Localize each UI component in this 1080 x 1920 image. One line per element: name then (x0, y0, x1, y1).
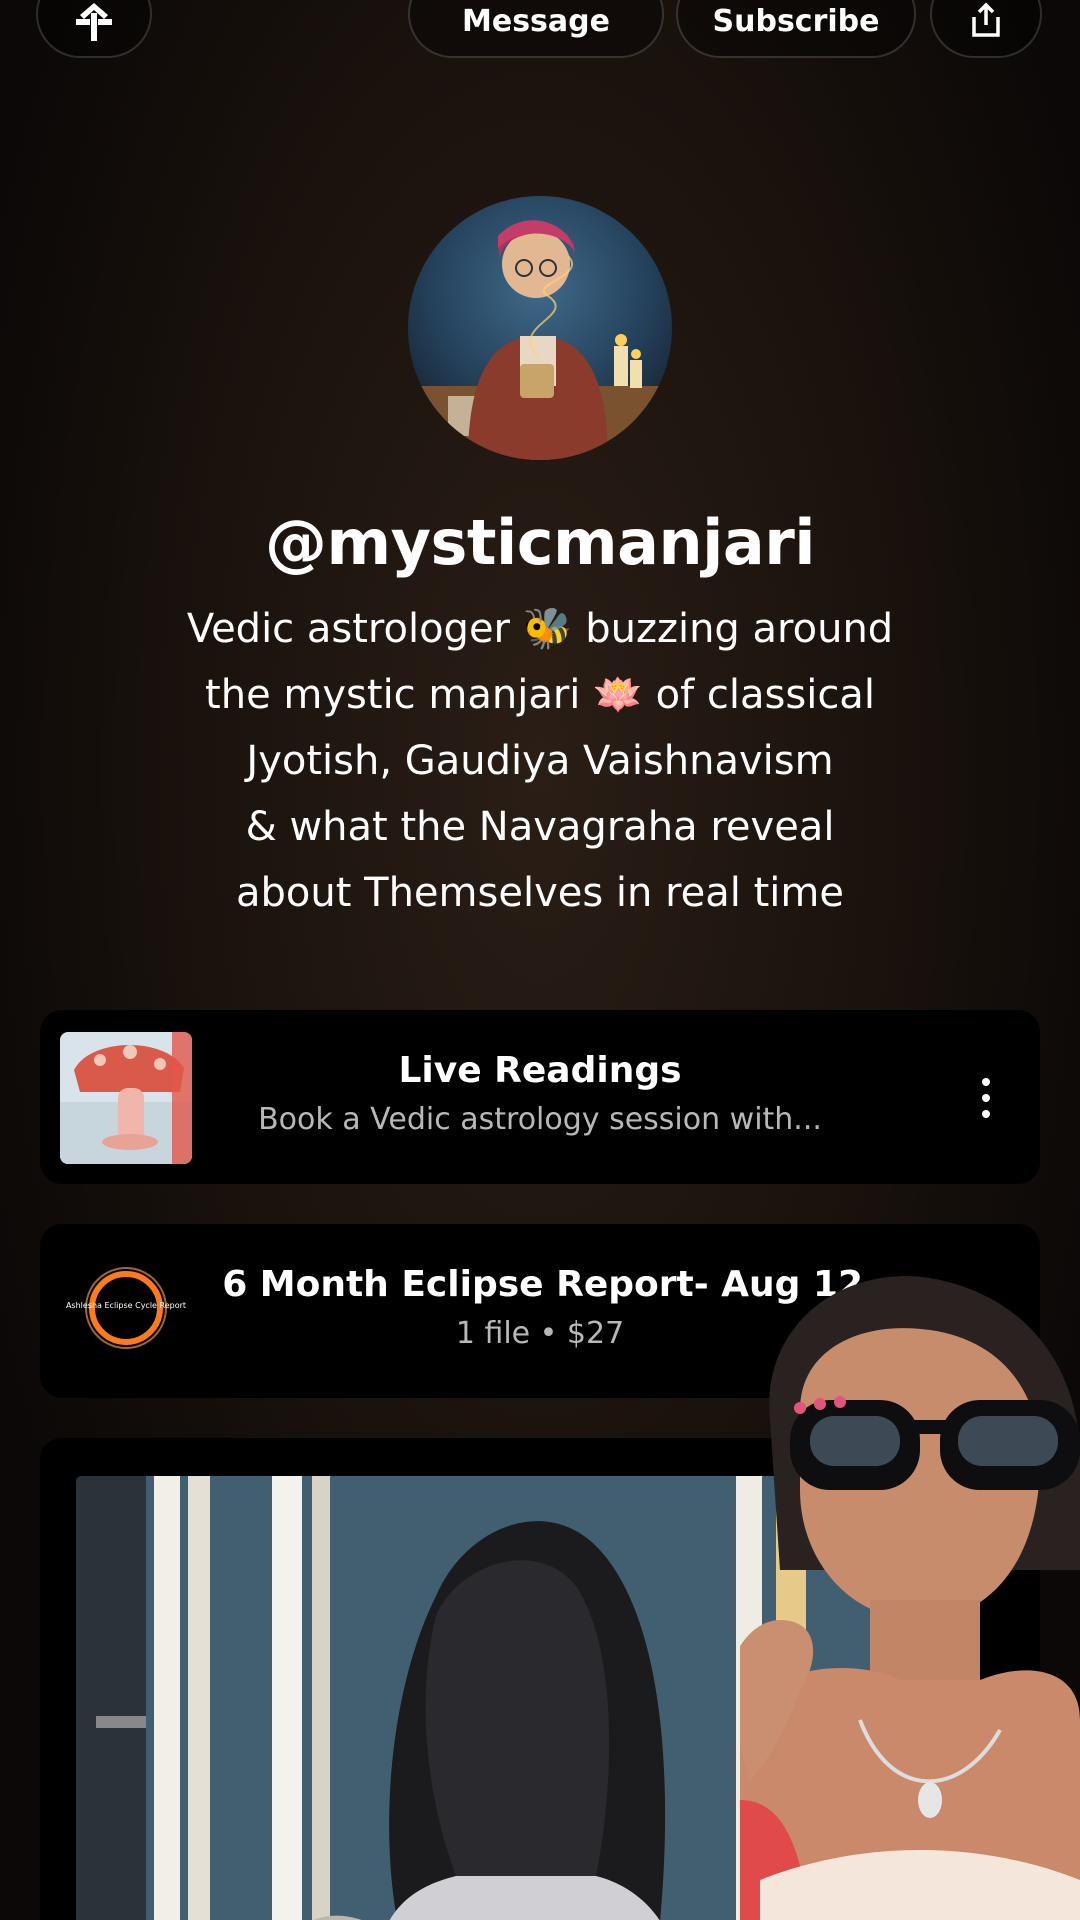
message-button[interactable]: Message (408, 0, 664, 58)
live-readings-thumbnail (60, 1032, 192, 1164)
subscribe-button[interactable]: Subscribe (676, 0, 916, 58)
linktree-logo-icon (76, 3, 112, 41)
message-label: Message (462, 3, 610, 39)
bio-line: the mystic manjari 🪷 of classical (205, 672, 875, 718)
profile-page: Message Subscribe @mysticmanjari Vedic a… (0, 0, 1080, 1920)
bio-line: Jyotish, Gaudiya Vaishnavism (246, 738, 834, 784)
bio-line: about Themselves in real time (236, 870, 844, 916)
more-options-icon[interactable] (980, 1078, 992, 1118)
avatar (408, 196, 672, 460)
live-readings-title: Live Readings (398, 1050, 682, 1091)
bio-line: & what the Navagraha reveal (245, 804, 835, 850)
linktree-logo-button[interactable] (36, 0, 152, 58)
share-icon (972, 2, 1000, 37)
eclipse-report-thumbnail: Ashlesha Eclipse Cycle Report (60, 1246, 192, 1378)
profile-username: @mysticmanjari (264, 506, 816, 579)
link-card-live-readings[interactable]: Live Readings Book a Vedic astrology ses… (40, 1010, 1040, 1184)
share-button[interactable] (930, 0, 1042, 58)
subscribe-label: Subscribe (712, 3, 880, 39)
live-readings-subtitle: Book a Vedic astrology session with... (258, 1102, 822, 1137)
profile-bio: Vedic astrologer 🐝 buzzing around the my… (120, 596, 960, 926)
eclipse-thumb-text: Ashlesha Eclipse Cycle Report (66, 1301, 186, 1310)
creator-video-overlay[interactable] (740, 1240, 1080, 1920)
bio-line: Vedic astrologer 🐝 buzzing around (186, 606, 894, 652)
